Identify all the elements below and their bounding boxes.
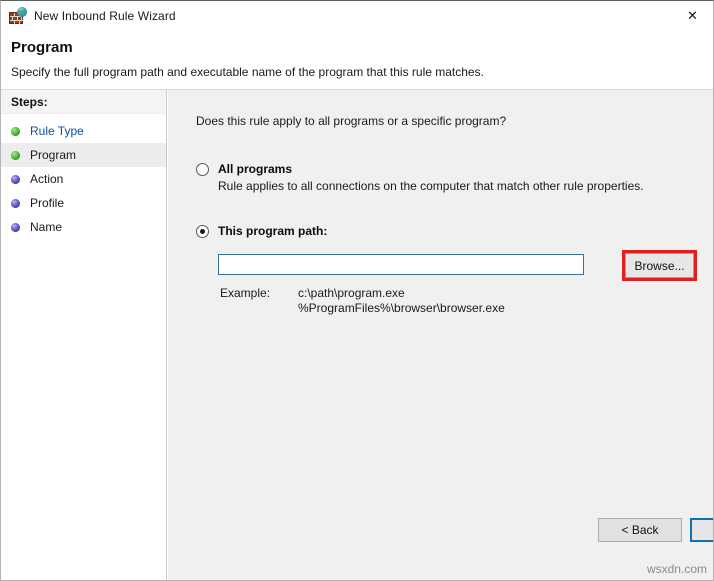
step-bullet-icon <box>11 151 20 160</box>
page-title: Program <box>11 39 73 56</box>
new-inbound-rule-wizard-window: New Inbound Rule Wizard ✕ Program Specif… <box>0 0 714 581</box>
watermark: wsxdn.com <box>647 562 707 576</box>
sidebar-item-rule-type[interactable]: Rule Type <box>1 119 166 143</box>
step-bullet-icon <box>11 127 20 136</box>
steps-sidebar: Steps: Rule Type Program Action Pro <box>1 90 167 580</box>
sidebar-item-action[interactable]: Action <box>1 167 166 191</box>
step-bullet-icon <box>11 175 20 184</box>
main-pane: Does this rule apply to all programs or … <box>168 90 714 580</box>
example-line-1: c:\path\program.exe <box>298 286 405 300</box>
page-description: Specify the full program path and execut… <box>11 65 484 79</box>
step-bullet-icon <box>11 199 20 208</box>
option-description: Rule applies to all connections on the c… <box>218 179 644 193</box>
next-button[interactable]: Next > <box>690 518 714 542</box>
program-path-row: Browse... <box>218 250 697 282</box>
page-header: Program Specify the full program path an… <box>1 31 714 90</box>
sidebar-item-label: Program <box>30 148 76 162</box>
sidebar-item-label: Profile <box>30 196 64 210</box>
browse-button-highlight: Browse... <box>622 250 697 281</box>
titlebar: New Inbound Rule Wizard ✕ <box>1 1 714 31</box>
sidebar-item-label: Action <box>30 172 63 186</box>
sidebar-item-name[interactable]: Name <box>1 215 166 239</box>
radio-this-program-path[interactable] <box>196 225 209 238</box>
example-lines: c:\path\program.exe %ProgramFiles%\brows… <box>298 286 505 317</box>
steps-list: Rule Type Program Action Profile Name <box>1 114 166 239</box>
question-text: Does this rule apply to all programs or … <box>196 114 506 128</box>
example-line-2: %ProgramFiles%\browser\browser.exe <box>298 301 505 315</box>
browse-button[interactable]: Browse... <box>625 253 694 278</box>
back-button[interactable]: < Back <box>598 518 682 542</box>
firewall-globe-icon <box>9 7 27 25</box>
sidebar-item-program[interactable]: Program <box>1 143 166 167</box>
sidebar-item-label: Name <box>30 220 62 234</box>
option-label: All programs <box>218 162 292 176</box>
globe-shape <box>17 7 27 17</box>
sidebar-item-profile[interactable]: Profile <box>1 191 166 215</box>
footer-buttons: < Back Next > Cancel <box>598 518 714 542</box>
sidebar-item-label: Rule Type <box>30 124 84 138</box>
example-block: Example: c:\path\program.exe %ProgramFil… <box>220 286 505 317</box>
window-title: New Inbound Rule Wizard <box>34 9 176 23</box>
option-all-programs[interactable]: All programs Rule applies to all connect… <box>196 162 644 193</box>
steps-header-label: Steps: <box>11 95 48 109</box>
option-this-program-path[interactable]: This program path: <box>196 224 327 238</box>
program-path-input[interactable] <box>218 254 584 275</box>
option-label: This program path: <box>218 224 327 238</box>
body-area: Steps: Rule Type Program Action Pro <box>1 90 714 580</box>
radio-all-programs[interactable] <box>196 163 209 176</box>
steps-header: Steps: <box>1 90 166 114</box>
close-icon[interactable]: ✕ <box>670 1 714 31</box>
example-label: Example: <box>220 286 298 317</box>
step-bullet-icon <box>11 223 20 232</box>
